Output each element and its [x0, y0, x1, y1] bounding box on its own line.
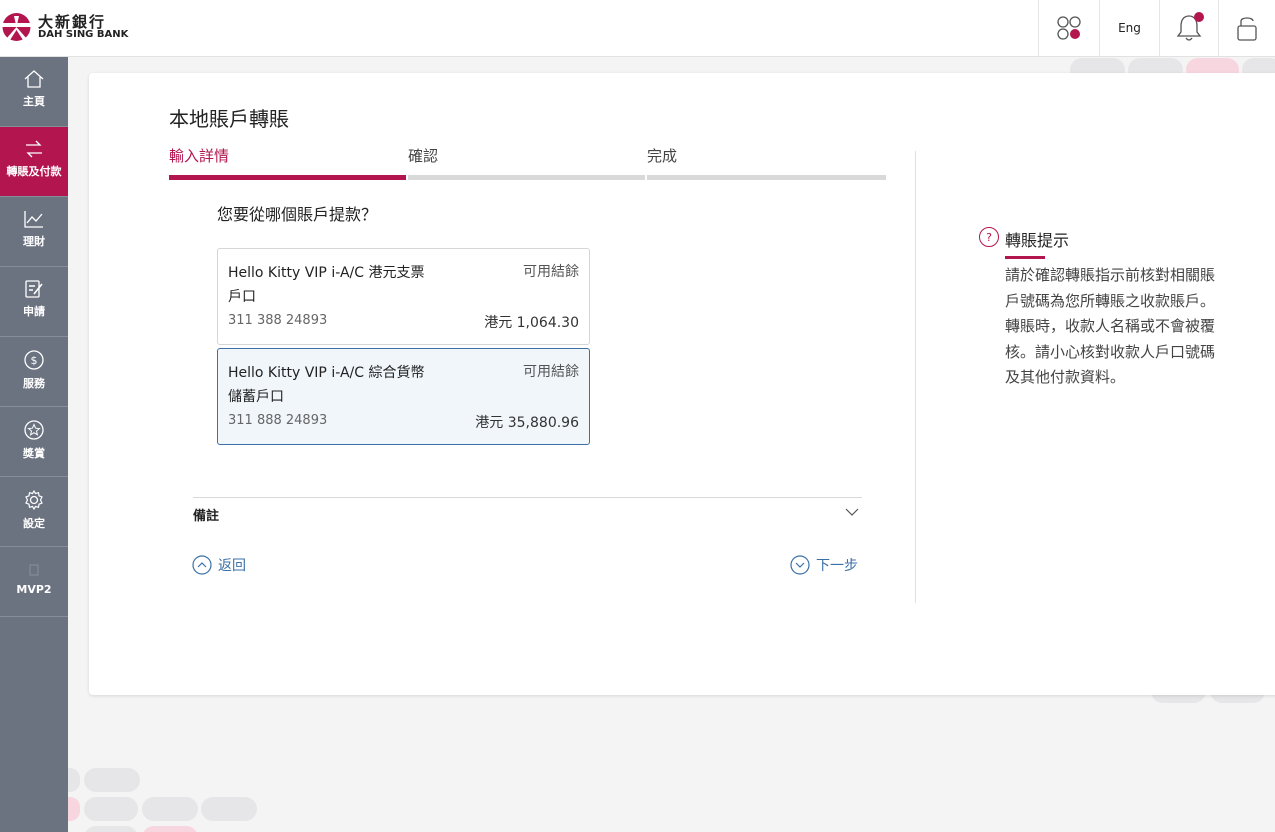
remark-label[interactable]: 備註	[193, 505, 219, 524]
next-button[interactable]: 下一步	[790, 555, 858, 575]
sidebar-item-label: 服務	[23, 377, 45, 390]
sidebar-item-settings[interactable]: 設定	[0, 477, 68, 547]
sidebar-item-services[interactable]: $ 服務	[0, 337, 68, 407]
chevron-down-icon[interactable]	[845, 507, 859, 517]
sidebar: 主頁 轉賬及付款 理財 申請 $ 服務 獎賞 設定 MVP2	[0, 57, 68, 832]
step-bar-input-details	[169, 175, 406, 180]
sidebar-item-label: 申請	[23, 305, 45, 318]
account-number: 311 388 24893	[228, 313, 328, 328]
placeholder-icon	[29, 564, 39, 576]
account-option[interactable]: Hello Kitty VIP i-A/C 港元支票戶口 可用結餘 311 38…	[217, 248, 590, 345]
account-number: 311 888 24893	[228, 413, 328, 428]
chart-icon	[24, 211, 43, 228]
account-name: Hello Kitty VIP i-A/C 港元支票戶口	[228, 265, 425, 305]
available-balance-label: 可用結餘	[523, 364, 579, 380]
source-account-question: 您要從哪個賬戶提款？	[217, 205, 378, 224]
transfer-card: 本地賬戶轉賬 輸入詳情 確認 完成 您要從哪個賬戶提款？ Hello Kitty…	[89, 73, 1275, 695]
sidebar-item-apply[interactable]: 申請	[0, 267, 68, 337]
tips-body: 請於確認轉賬指示前核對相關賬戶號碼為您所轉賬之收款賬戶。轉賬時，收款人名稱或不會…	[1005, 266, 1216, 386]
remark-divider	[193, 497, 862, 498]
bank-logo-icon	[2, 13, 31, 41]
account-balance: 港元 35,880.96	[475, 415, 579, 431]
account-balance: 港元 1,064.30	[484, 315, 579, 331]
sidebar-item-label: 轉賬及付款	[6, 165, 62, 178]
step-confirm: 確認	[408, 147, 439, 165]
step-bar-complete	[647, 175, 886, 180]
step-bar-confirm	[408, 175, 645, 180]
home-icon	[24, 70, 44, 88]
step-complete: 完成	[647, 147, 678, 165]
bell-icon	[1176, 12, 1204, 41]
notification-button[interactable]	[1159, 0, 1218, 56]
chevron-up-circle-icon	[192, 555, 212, 575]
sidebar-item-rewards[interactable]: 獎賞	[0, 407, 68, 477]
sidebar-item-home[interactable]: 主頁	[0, 57, 68, 127]
available-balance-label: 可用結餘	[523, 264, 579, 280]
language-toggle[interactable]: Eng	[1099, 0, 1159, 56]
logout-button[interactable]	[1218, 0, 1275, 56]
bank-logo[interactable]: 大新銀行 DAH SING BANK	[0, 11, 130, 45]
sidebar-item-label: 獎賞	[23, 447, 45, 460]
sidebar-item-transfer[interactable]: 轉賬及付款	[0, 127, 68, 197]
star-icon	[24, 420, 44, 440]
tips-underline	[1005, 256, 1045, 259]
sidebar-item-mvp2[interactable]: MVP2	[0, 547, 68, 617]
sidebar-item-label: 理財	[23, 235, 45, 248]
sidebar-item-label: 設定	[23, 517, 45, 530]
tips-title: 轉賬提示	[1005, 231, 1070, 250]
step-input-details: 輸入詳情	[169, 147, 230, 165]
chevron-down-circle-icon	[790, 555, 810, 575]
top-bar: 大新銀行 DAH SING BANK Eng	[0, 0, 1275, 57]
next-label: 下一步	[816, 558, 858, 574]
question-mark-icon: ?	[979, 227, 999, 247]
panel-divider	[915, 151, 916, 603]
bank-name-en: DAH SING BANK	[38, 29, 129, 40]
gear-icon	[25, 489, 43, 511]
lock-icon	[1237, 17, 1257, 41]
dollar-icon: $	[24, 350, 44, 370]
language-label: Eng	[1118, 21, 1141, 35]
account-name: Hello Kitty VIP i-A/C 綜合貨幣儲蓄戶口	[228, 365, 425, 405]
back-button[interactable]: 返回	[192, 555, 246, 575]
sidebar-item-wealth[interactable]: 理財	[0, 197, 68, 267]
page-title: 本地賬戶轉賬	[169, 107, 289, 131]
account-option-selected[interactable]: Hello Kitty VIP i-A/C 綜合貨幣儲蓄戶口 可用結餘 311 …	[217, 348, 590, 445]
sidebar-item-label: 主頁	[23, 95, 45, 108]
back-label: 返回	[218, 558, 246, 574]
apps-grid-icon	[1057, 16, 1081, 40]
transfer-icon	[26, 140, 42, 158]
svg-text:$: $	[31, 354, 38, 367]
sidebar-item-label: MVP2	[16, 583, 52, 596]
apps-button[interactable]	[1038, 0, 1099, 56]
form-edit-icon	[25, 280, 43, 298]
